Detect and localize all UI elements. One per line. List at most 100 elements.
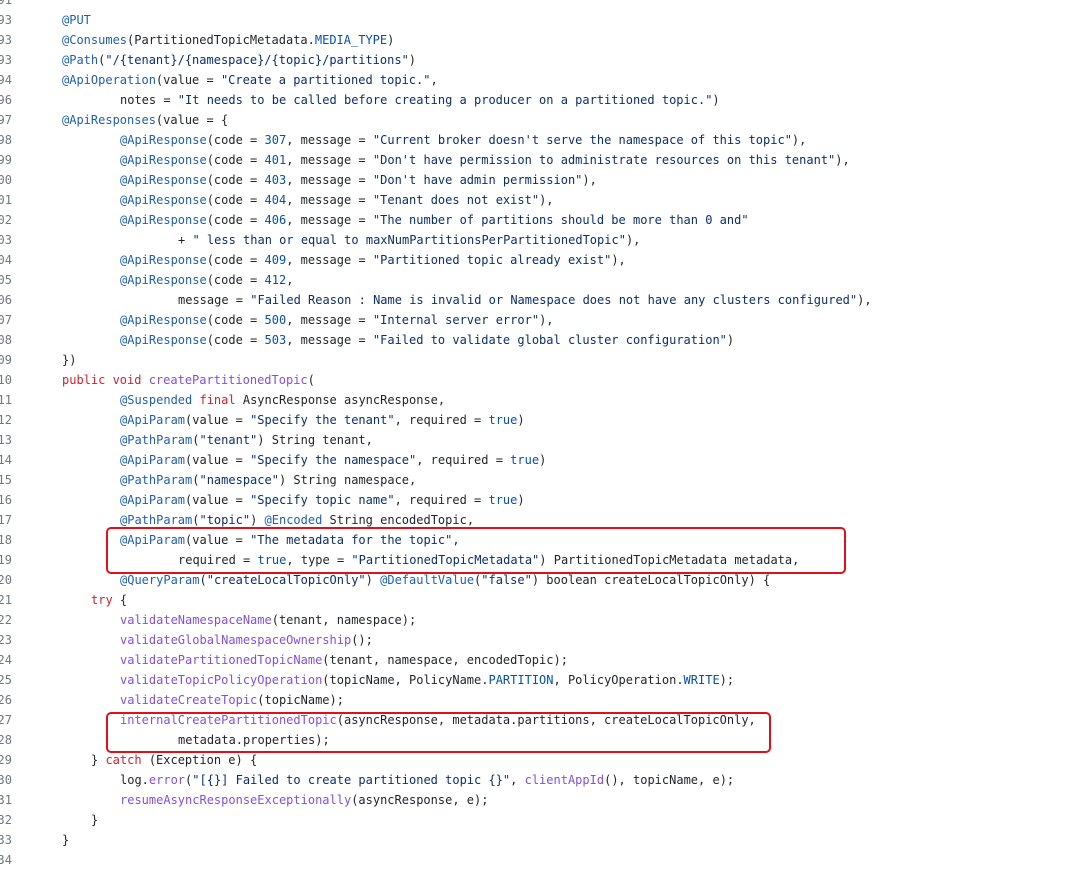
code-editor[interactable]: 91 93 @PUT 93 @Consumes(PartitionedTopicMeta…	[0, 0, 1068, 870]
line-number: 24	[0, 653, 12, 667]
code-text: @ApiResponse(code = 406, message = "The …	[62, 210, 749, 230]
code-token: @PathParam	[120, 473, 193, 487]
code-text: @ApiResponse(code = 503, message = "Fail…	[62, 330, 734, 350]
code-line: 93 @Path("/{tenant}/{namespace}/{topic}/p…	[0, 50, 1068, 70]
code-line: 98 @ApiResponse(code = 307, message = "Cu…	[0, 130, 1068, 150]
code-token: ,	[510, 773, 525, 787]
code-text: } catch (Exception e) {	[62, 750, 257, 770]
line-number: 06	[0, 293, 12, 307]
code-text: @Path("/{tenant}/{namespace}/{topic}/par…	[62, 50, 416, 70]
code-token: @PUT	[62, 13, 91, 27]
line-number: 93	[0, 53, 12, 67]
code-token: ) boolean createLocalTopicOnly) {	[531, 573, 771, 587]
code-token: "Specify the namespace"	[250, 453, 417, 467]
line-number: 98	[0, 133, 12, 147]
code-token: "Specify the tenant"	[250, 413, 395, 427]
code-token: @PathParam	[120, 513, 193, 527]
code-text: resumeAsyncResponseExceptionally(asyncRe…	[62, 790, 488, 810]
line-number: 21	[0, 593, 12, 607]
code-token: log.	[120, 773, 149, 787]
line-number: 93	[0, 33, 12, 47]
code-text: @PathParam("tenant") String tenant,	[62, 430, 373, 450]
code-line: 26 validateCreateTopic(topicName);	[0, 690, 1068, 710]
code-token: {	[119, 593, 128, 607]
line-number: 99	[0, 153, 12, 167]
code-text: validateNamespaceName(tenant, namespace)…	[62, 610, 416, 630]
code-token: , required =	[416, 453, 511, 467]
code-line: 10 public void createPartitionedTopic(	[0, 370, 1068, 390]
code-token: 409	[264, 253, 287, 267]
code-token: catch	[105, 753, 149, 767]
code-line: 97 @ApiResponses(value = {	[0, 110, 1068, 130]
code-token: @Path	[62, 53, 99, 67]
code-line: 28 metadata.properties);	[0, 730, 1068, 750]
code-token: "Failed to validate global cluster confi…	[372, 333, 727, 347]
line-number: 96	[0, 93, 12, 107]
line-number: 23	[0, 633, 12, 647]
code-token: "namespace"	[199, 473, 279, 487]
code-token: (code =	[206, 133, 265, 147]
code-line: 30 log.error("[{}] Failed to create parti…	[0, 770, 1068, 790]
code-token: (), topicName, e);	[604, 773, 735, 787]
code-line: 22 validateNamespaceName(tenant, namespac…	[0, 610, 1068, 630]
code-token: @ApiParam	[120, 493, 186, 507]
code-token: , message =	[286, 193, 373, 207]
code-token: }	[91, 753, 106, 767]
code-token: (tenant, namespace, encodedTopic);	[322, 653, 568, 667]
code-token: validateCreateTopic	[120, 693, 258, 707]
code-token: (code =	[206, 173, 265, 187]
code-token: (code =	[206, 253, 265, 267]
line-number: 05	[0, 273, 12, 287]
line-number: 33	[0, 833, 12, 847]
code-token: (code =	[206, 273, 265, 287]
code-token: @ApiResponse	[120, 133, 207, 147]
code-token: )	[517, 413, 525, 427]
code-line: 02 @ApiResponse(code = 406, message = "Th…	[0, 210, 1068, 230]
code-token: ) PartitionedTopicMetadata metadata,	[539, 553, 800, 567]
code-text: @ApiParam(value = "Specify the namespace…	[62, 450, 546, 470]
line-number: 08	[0, 333, 12, 347]
code-line: 00 @ApiResponse(code = 403, message = "Do…	[0, 170, 1068, 190]
code-token: @QueryParam	[120, 573, 200, 587]
code-token: @ApiResponse	[120, 153, 207, 167]
code-line: 16 @ApiParam(value = "Specify topic name"…	[0, 490, 1068, 510]
code-token: "Failed Reason : Name is invalid or Name…	[250, 293, 858, 307]
code-token: (code =	[206, 193, 265, 207]
code-token: }	[91, 813, 99, 827]
code-token: ();	[351, 633, 373, 647]
code-token: @DefaultValue	[380, 573, 475, 587]
line-number: 31	[0, 793, 12, 807]
code-token: 404	[264, 193, 287, 207]
code-line: 14 @ApiParam(value = "Specify the namespa…	[0, 450, 1068, 470]
code-line: 07 @ApiResponse(code = 500, message = "In…	[0, 310, 1068, 330]
code-text: @PathParam("topic") @Encoded String enco…	[62, 510, 474, 530]
code-token: (	[199, 573, 207, 587]
code-token: (value =	[155, 73, 221, 87]
code-token: "Don't have permission to administrate r…	[372, 153, 836, 167]
code-token: @ApiResponse	[120, 273, 207, 287]
code-token: @ApiResponse	[120, 313, 207, 327]
line-number: 12	[0, 413, 12, 427]
code-line: 05 @ApiResponse(code = 412,	[0, 270, 1068, 290]
code-text: validateTopicPolicyOperation(topicName, …	[62, 670, 734, 690]
code-token: @ApiResponse	[120, 333, 207, 347]
code-token: @ApiResponses	[62, 113, 156, 127]
code-token: , required =	[394, 413, 489, 427]
line-number: 02	[0, 213, 12, 227]
line-number: 27	[0, 713, 12, 727]
code-token: (PartitionedTopicMetadata.	[127, 33, 315, 47]
code-token: String encodedTopic,	[329, 513, 475, 527]
code-token: ) String tenant,	[257, 433, 373, 447]
code-text: @ApiResponse(code = 412,	[62, 270, 293, 290]
line-number: 97	[0, 113, 12, 127]
line-number: 29	[0, 753, 12, 767]
code-token: ),	[611, 253, 626, 267]
code-token: }	[62, 833, 70, 847]
code-token: 401	[264, 153, 287, 167]
code-line: 04 @ApiResponse(code = 409, message = "Pa…	[0, 250, 1068, 270]
code-token: @ApiResponse	[120, 253, 207, 267]
code-token: +	[178, 233, 193, 247]
code-token: ),	[539, 313, 554, 327]
code-line: 12 @ApiParam(value = "Specify the tenant"…	[0, 410, 1068, 430]
line-number: 11	[0, 393, 12, 407]
